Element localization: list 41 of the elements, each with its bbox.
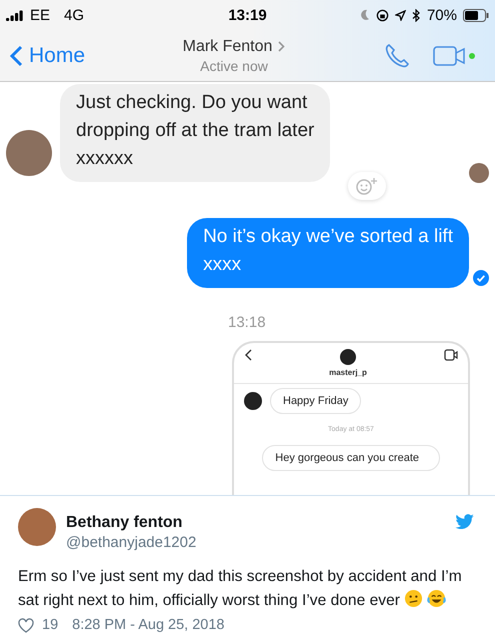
chevron-right-icon [278, 41, 286, 52]
bluetooth-icon [412, 8, 421, 22]
author-name: Bethany fenton [66, 514, 184, 532]
back-link[interactable]: Home [10, 44, 86, 68]
username: masterj_p [329, 368, 367, 377]
confused-face-icon [404, 589, 423, 608]
received-message: Just checking. Do you want dropping off at the tram later xxxxxx [60, 84, 330, 182]
like-count: 19 [42, 617, 58, 633]
clock: 13:19 [228, 6, 267, 24]
signal-icon [6, 10, 24, 20]
avatar [18, 508, 56, 546]
author-handle: @bethanyjade1202 [66, 534, 198, 551]
sent-message: Hey gorgeous can you create [262, 445, 440, 471]
battery-percent: 70% [426, 6, 457, 24]
avatar [469, 163, 489, 183]
add-reaction-button[interactable] [348, 172, 386, 200]
tweet-timestamp: 8:28 PM - Aug 25, 2018 [72, 617, 224, 633]
video-camera-icon[interactable] [433, 44, 477, 66]
avatar [340, 349, 356, 365]
carrier: EE [30, 6, 50, 24]
video-camera-icon [444, 349, 458, 361]
phone-icon[interactable] [383, 42, 411, 70]
tears-of-joy-face-icon [426, 589, 446, 608]
network-type: 4G [64, 6, 84, 24]
avatar [6, 130, 52, 176]
tweet-text: Erm so I’ve just sent my dad this screenshot by accident and I’m sat right next to him, officially worst thing I’ve done ever [18, 567, 463, 611]
contact-name[interactable]: Mark Fenton [182, 38, 272, 56]
moon-icon [360, 9, 370, 21]
rotation-lock-icon [376, 8, 389, 22]
location-arrow-icon [394, 10, 406, 20]
active-status: Active now [200, 58, 268, 74]
back-chevron-icon [244, 349, 252, 361]
sent-message: No it’s okay we’ve sorted a lift xxxx [187, 218, 469, 288]
back-chevron-icon [10, 44, 23, 66]
battery-icon [463, 8, 489, 22]
message-time: 13:18 [228, 314, 266, 331]
avatar [244, 392, 262, 410]
smiley-plus-icon [354, 176, 380, 196]
bird-icon [455, 514, 475, 530]
heart-icon[interactable] [18, 618, 34, 632]
received-message: Happy Friday [270, 388, 362, 414]
